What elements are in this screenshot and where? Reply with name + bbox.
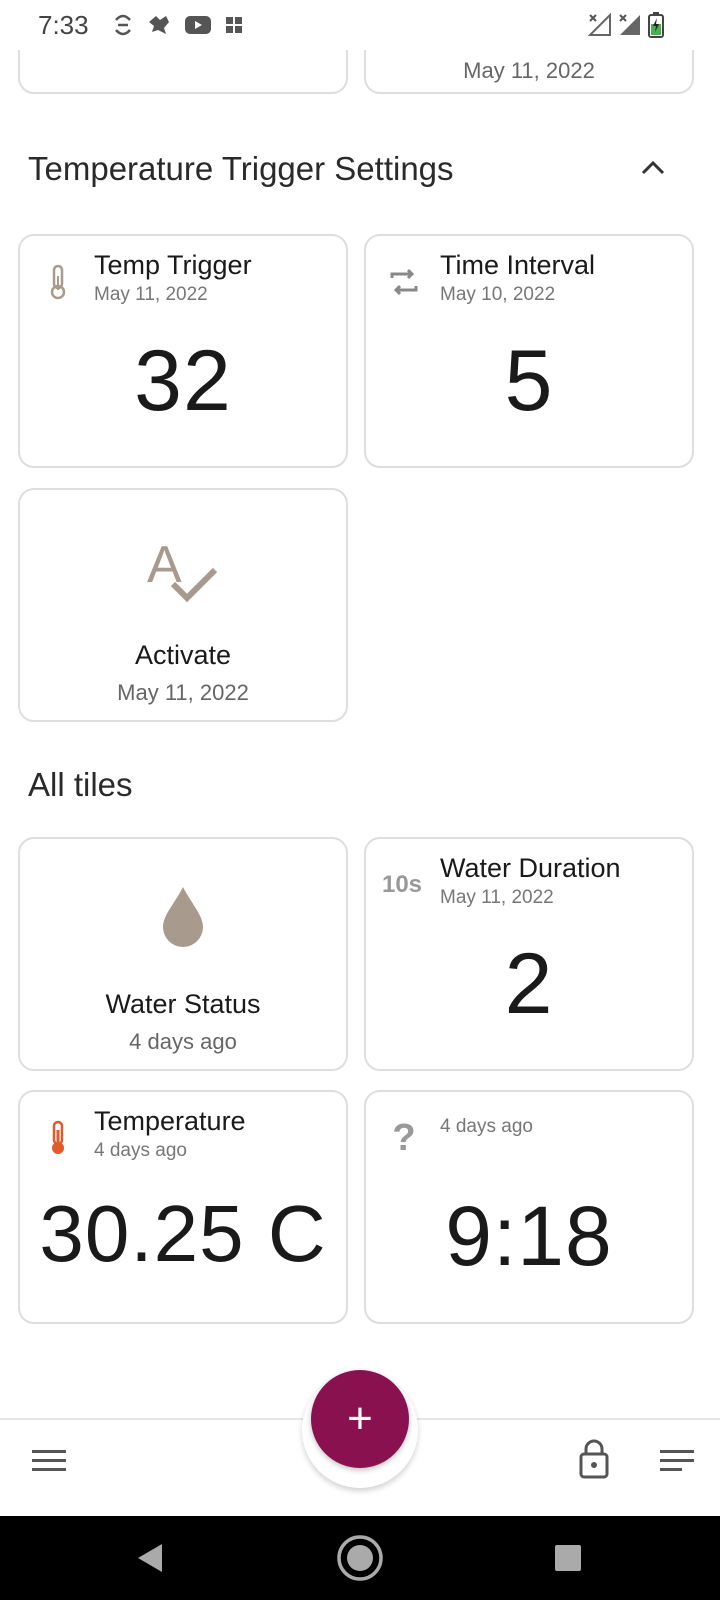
repeat-icon [388, 262, 420, 302]
tile-temperature[interactable]: Temperature 4 days ago 30.25 C [18, 1090, 348, 1324]
tile-activate[interactable]: A Activate May 11, 2022 [18, 488, 348, 722]
tile-value: 30.25 C [39, 1189, 327, 1278]
tile-title: Temperature [94, 1106, 246, 1136]
spellcheck-icon: A [20, 534, 346, 610]
signal-x-icon [619, 14, 640, 35]
system-navigation-bar [0, 1516, 720, 1600]
back-icon[interactable] [134, 1542, 164, 1574]
tile-title: Water Duration [440, 853, 621, 883]
tile-title: Activate [134, 640, 232, 670]
water-drop-icon [20, 883, 346, 949]
tile-date: May 10, 2022 [440, 284, 556, 305]
tile-title: Temp Trigger [94, 250, 252, 280]
notification-icons [112, 12, 244, 38]
status-bar: 7:33 [0, 0, 720, 50]
tile-water-status[interactable]: Water Status 4 days ago [18, 837, 348, 1071]
tile-value: 9:18 [445, 1189, 613, 1283]
thermometer-icon [42, 1118, 74, 1158]
tile-date: May 11, 2022 [440, 887, 554, 908]
tile-time-interval[interactable]: Time Interval May 10, 2022 5 [364, 234, 694, 468]
tile-value: 5 [504, 333, 554, 429]
signal-x-icon [588, 13, 611, 36]
tile-date: May 11, 2022 [94, 284, 208, 305]
grid-icon [226, 17, 242, 33]
sync-icon [115, 14, 131, 36]
system-icons [588, 12, 664, 38]
tile-date: 4 days ago [129, 1029, 237, 1054]
tile-date: 4 days ago [440, 1116, 533, 1137]
recents-icon[interactable] [554, 1544, 582, 1572]
battery-charging-icon [648, 12, 664, 38]
menu-icon[interactable] [32, 1448, 66, 1474]
home-icon[interactable] [336, 1534, 384, 1582]
tile-date: May 11, 2022 [117, 680, 249, 705]
section-title-temperature-trigger: Temperature Trigger Settings [28, 150, 454, 187]
sort-icon[interactable] [660, 1448, 694, 1474]
tile-value: 2 [504, 936, 554, 1032]
bird-icon [149, 16, 169, 34]
tile-title: Water Status [105, 989, 261, 1019]
timer-10s-icon: 10s [381, 871, 423, 898]
tile-unknown[interactable]: ? 4 days ago 9:18 [364, 1090, 694, 1324]
tile-water-duration[interactable]: 10s Water Duration May 11, 2022 2 [364, 837, 694, 1071]
youtube-icon [185, 16, 211, 34]
thermometer-icon [42, 262, 74, 302]
tile-date: 4 days ago [94, 1140, 187, 1161]
top-tile-right-date: May 11, 2022 [463, 58, 595, 83]
section-title-all-tiles: All tiles [28, 766, 133, 803]
chevron-up-icon[interactable] [640, 158, 666, 176]
status-time: 7:33 [38, 10, 89, 40]
add-tile-button[interactable]: + [311, 1370, 409, 1468]
add-label: + [347, 1394, 373, 1443]
tile-title: Time Interval [440, 250, 596, 280]
question-mark-icon: ? [392, 1116, 416, 1159]
tile-temp-trigger[interactable]: Temp Trigger May 11, 2022 32 [18, 234, 348, 468]
tile-value: 32 [134, 333, 232, 429]
lock-icon[interactable] [578, 1438, 610, 1480]
